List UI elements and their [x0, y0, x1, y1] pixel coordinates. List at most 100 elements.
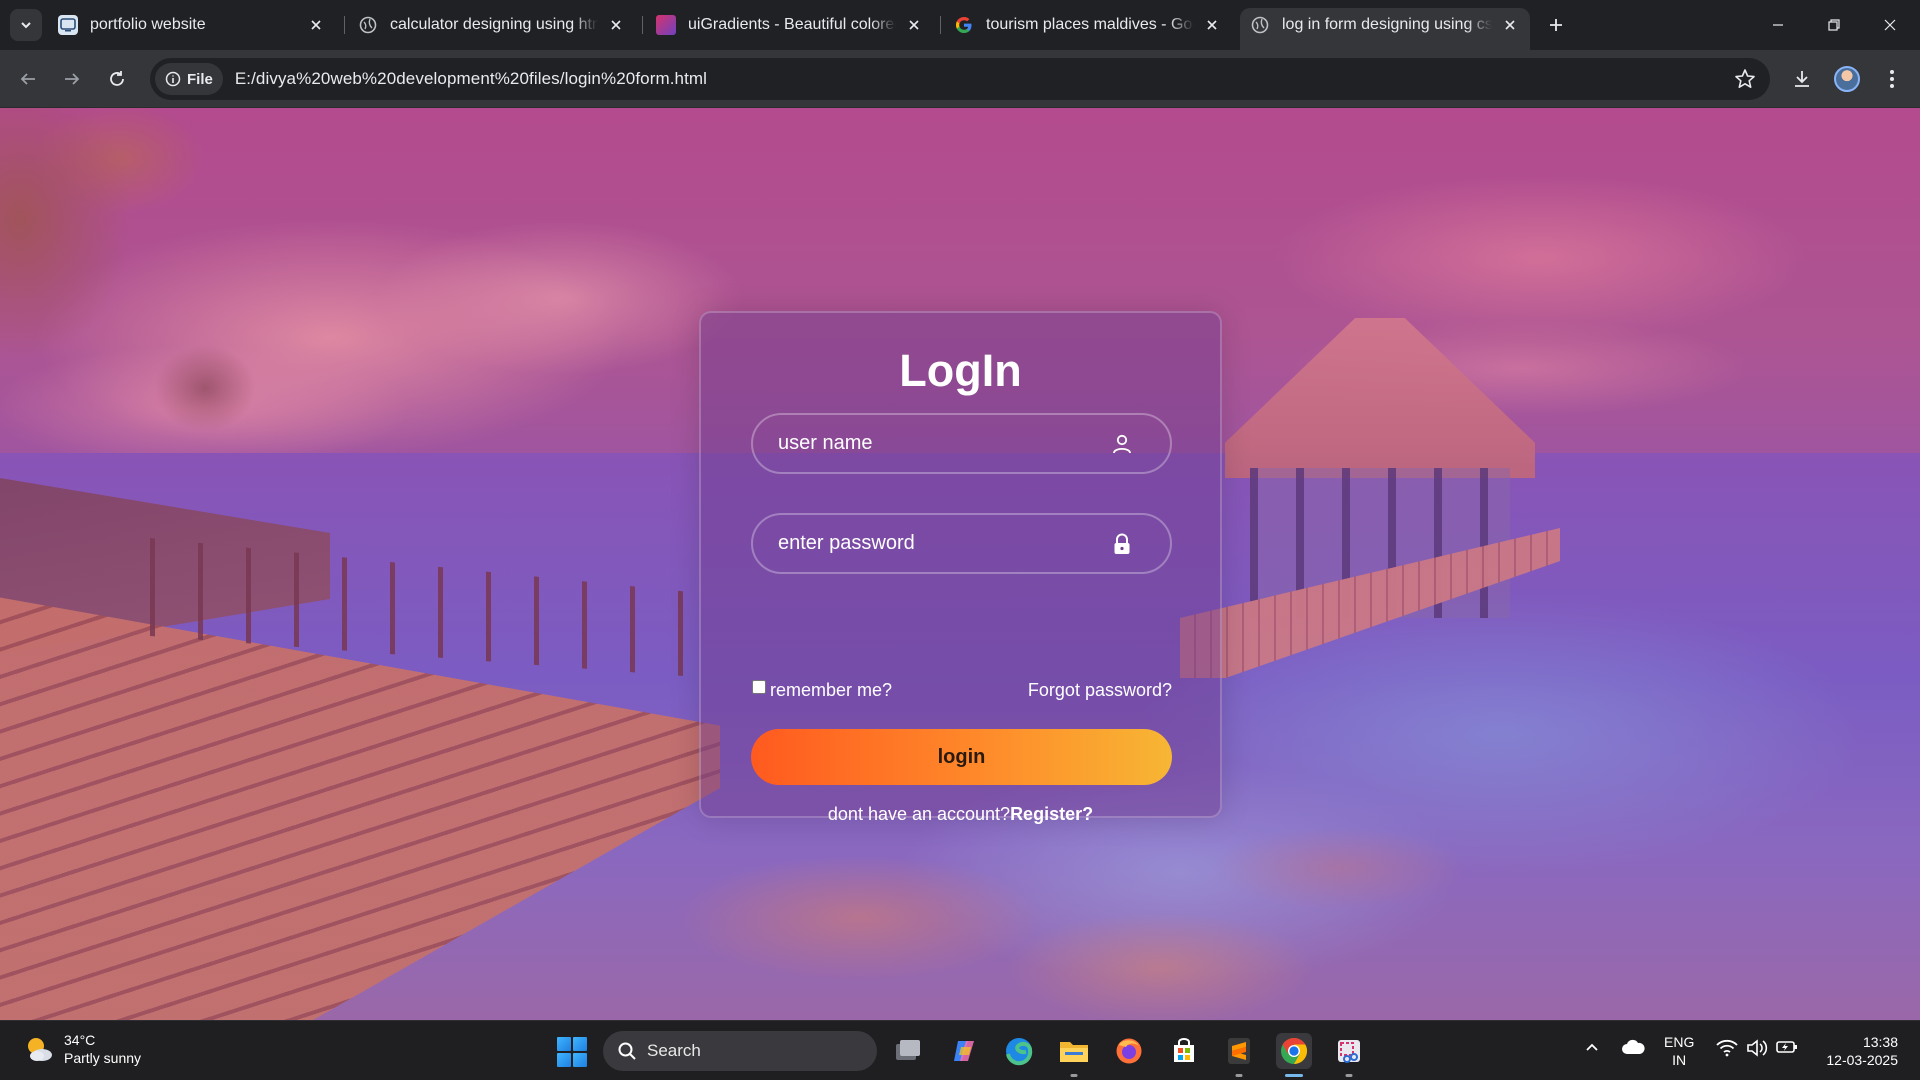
browser-toolbar: File E:/divya%20web%20development%20file… [0, 50, 1920, 108]
sublime-text-button[interactable] [1221, 1033, 1257, 1077]
tab-calculator[interactable]: calculator designing using html [348, 8, 636, 42]
tab-portfolio[interactable]: portfolio website [48, 8, 336, 42]
login-form: LogIn user name enter password remember … [699, 311, 1222, 824]
remember-checkbox[interactable] [752, 680, 766, 694]
firefox-icon [1116, 1038, 1142, 1064]
file-explorer-button[interactable] [1056, 1033, 1092, 1077]
google-icon [954, 15, 974, 35]
cloud-icon [1622, 1039, 1645, 1054]
uigradients-favicon [656, 15, 676, 35]
close-icon[interactable] [306, 15, 326, 35]
language-code: ENG [1664, 1034, 1695, 1050]
tab-title: calculator designing using html [390, 16, 598, 33]
tab-strip: portfolio website calculator designing u… [0, 0, 1920, 50]
register-link[interactable]: Register? [1010, 804, 1093, 824]
page-viewport: LogIn user name enter password remember … [0, 108, 1920, 1020]
address-bar[interactable]: File E:/divya%20web%20development%20file… [150, 58, 1770, 100]
firefox-button[interactable] [1111, 1033, 1147, 1069]
password-placeholder: enter password [778, 532, 915, 554]
windows-logo-tile [557, 1037, 571, 1051]
close-window-button[interactable] [1862, 0, 1918, 50]
reload-button[interactable] [101, 63, 133, 95]
profile-button[interactable] [1831, 63, 1863, 95]
tab-separator [344, 16, 345, 34]
running-indicator [1345, 1074, 1353, 1077]
password-field[interactable]: enter password [751, 513, 1172, 574]
restore-button[interactable] [1806, 0, 1862, 50]
weather-widget[interactable]: 34°C Partly sunny [24, 1031, 141, 1067]
user-icon [1110, 432, 1134, 456]
tab-title: uiGradients - Beautiful colored gradient… [688, 16, 896, 33]
forward-button[interactable] [56, 63, 88, 95]
new-tab-button[interactable] [1542, 11, 1570, 39]
tab-separator [940, 16, 941, 34]
portfolio-favicon [58, 15, 78, 35]
language-indicator[interactable]: ENG IN [1664, 1033, 1694, 1069]
forgot-password-link[interactable]: Forgot password? [1028, 680, 1172, 701]
globe-icon [1250, 15, 1270, 35]
tab-title: log in form designing using css. [1282, 16, 1492, 33]
battery-tray-icon[interactable] [1774, 1039, 1800, 1055]
edge-button[interactable] [1001, 1033, 1037, 1069]
snipping-tool-button[interactable] [1331, 1033, 1367, 1077]
clock-date: 12-03-2025 [1826, 1052, 1898, 1068]
start-button[interactable] [557, 1037, 587, 1067]
plus-icon [1550, 19, 1562, 31]
back-button[interactable] [12, 63, 44, 95]
clock-time: 13:38 [1862, 1034, 1898, 1050]
microsoft-store-button[interactable] [1166, 1033, 1202, 1069]
running-indicator [1285, 1074, 1303, 1077]
search-icon [618, 1042, 636, 1060]
register-row: dont have an account?Register? [701, 804, 1220, 825]
system-clock[interactable]: 13:38 12-03-2025 [1826, 1033, 1898, 1069]
avatar [1834, 66, 1860, 92]
chrome-button[interactable] [1276, 1033, 1312, 1077]
tab-search-button[interactable] [10, 9, 42, 41]
close-icon[interactable] [1202, 15, 1222, 35]
close-icon[interactable] [606, 15, 626, 35]
close-icon[interactable] [1500, 15, 1520, 35]
windows-logo-tile [573, 1053, 587, 1067]
lock-icon [1110, 532, 1134, 556]
site-info-chip[interactable]: File [155, 63, 223, 95]
login-title: LogIn [899, 345, 1022, 396]
username-placeholder: user name [778, 432, 873, 454]
onedrive-tray-icon[interactable] [1618, 1039, 1648, 1055]
search-label: Search [647, 1041, 701, 1060]
site-info-label: File [187, 70, 213, 88]
task-view-button[interactable] [890, 1033, 926, 1069]
partly-sunny-icon [28, 1038, 52, 1061]
chevron-up-icon [1586, 1043, 1598, 1051]
tab-login-form[interactable]: log in form designing using css. [1240, 8, 1530, 50]
register-prompt: dont have an account? [827, 804, 1011, 824]
running-indicator [1235, 1074, 1243, 1077]
arrow-left-icon [20, 73, 35, 85]
task-view-icon [896, 1040, 920, 1060]
login-button[interactable]: login [751, 729, 1172, 785]
close-icon[interactable] [904, 15, 924, 35]
minimize-button[interactable] [1750, 0, 1806, 50]
speaker-icon [1747, 1039, 1768, 1057]
tab-title: tourism places maldives - Google Search [986, 16, 1194, 33]
tab-uigradients[interactable]: uiGradients - Beautiful colored gradient… [646, 8, 934, 42]
remember-label: remember me? [770, 680, 893, 700]
volume-tray-icon[interactable] [1744, 1039, 1770, 1057]
snipping-tool-icon [1338, 1040, 1360, 1063]
downloads-button[interactable] [1786, 63, 1818, 95]
folder-icon [1060, 1042, 1088, 1062]
wifi-tray-icon[interactable] [1714, 1039, 1740, 1057]
language-region: IN [1672, 1052, 1687, 1068]
windows-logo-tile [557, 1053, 571, 1067]
username-field[interactable]: user name [751, 413, 1172, 474]
url-text[interactable]: E:/divya%20web%20development%20files/log… [235, 69, 707, 89]
show-hidden-icons-button[interactable] [1580, 1039, 1604, 1055]
taskbar-search[interactable]: Search [603, 1031, 877, 1071]
windows-logo-tile [573, 1037, 587, 1051]
copilot-button[interactable] [946, 1033, 982, 1069]
reload-icon [110, 71, 124, 86]
browser-menu-button[interactable] [1876, 63, 1908, 95]
tab-google-search[interactable]: tourism places maldives - Google Search [944, 8, 1232, 42]
info-icon [165, 71, 181, 87]
bookmark-star-icon[interactable] [1734, 68, 1756, 95]
weather-temp: 34°C [64, 1032, 96, 1048]
